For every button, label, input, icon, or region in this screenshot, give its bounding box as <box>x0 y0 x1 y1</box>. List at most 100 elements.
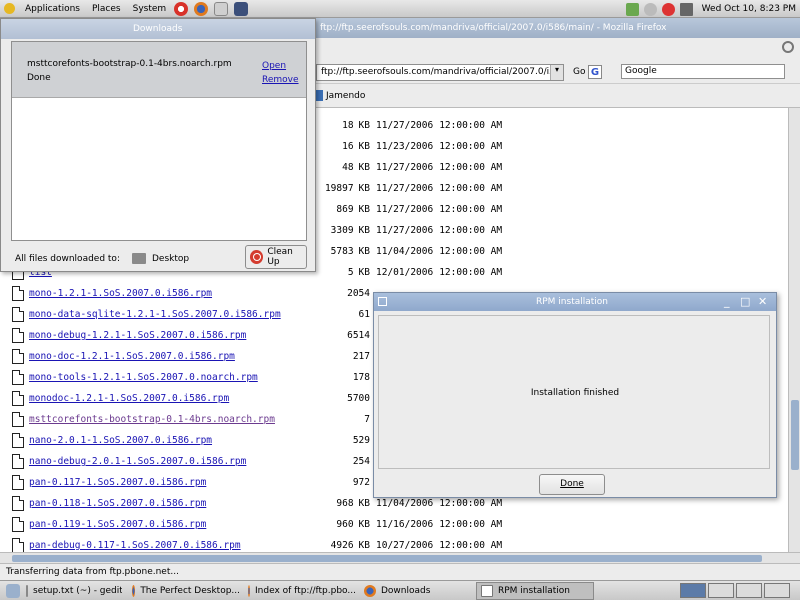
throbber-icon <box>782 41 794 53</box>
vertical-scroll-thumb[interactable] <box>791 400 799 470</box>
mail-launcher-icon[interactable] <box>214 1 229 16</box>
remove-link[interactable]: Remove <box>262 75 299 85</box>
file-link[interactable]: mono-debug-1.2.1-1.SoS.2007.0.i586.rpm <box>29 330 246 341</box>
firefox-launcher-icon[interactable] <box>194 1 209 16</box>
file-date: 11/27/2006 12:00:00 AM <box>376 225 502 236</box>
file-icon[interactable] <box>12 349 24 364</box>
horizontal-scrollbar[interactable] <box>0 552 800 563</box>
window-menu-icon[interactable] <box>378 297 387 306</box>
task-index-ftp[interactable]: Index of ftp://ftp.pbo... <box>244 582 356 600</box>
url-bar[interactable]: ftp://ftp.seerofsouls.com/mandriva/offic… <box>316 64 564 81</box>
file-size-value: 968 <box>336 498 354 509</box>
file-link[interactable]: mono-tools-1.2.1-1.SoS.2007.0.noarch.rpm <box>29 372 258 383</box>
file-link[interactable]: msttcorefonts-bootstrap-0.1-4brs.noarch.… <box>29 414 275 425</box>
close-icon[interactable]: ✕ <box>758 295 767 308</box>
file-size-unit: KB <box>358 498 370 509</box>
vertical-scrollbar[interactable] <box>788 108 800 552</box>
file-size-value: 5783 <box>330 246 354 257</box>
file-size: 217 <box>353 351 370 362</box>
download-item[interactable]: msttcorefonts-bootstrap-0.1-4brs.noarch.… <box>12 42 306 98</box>
menu-applications[interactable]: Applications <box>21 4 84 14</box>
file-date: 11/27/2006 12:00:00 AM <box>376 204 502 215</box>
workspace-2[interactable] <box>708 583 734 598</box>
file-link[interactable]: pan-debug-0.117-1.SoS.2007.0.i586.rpm <box>29 540 241 551</box>
clean-up-button[interactable]: Clean Up <box>245 245 307 269</box>
file-icon[interactable] <box>12 286 24 301</box>
listing-row: pan-debug-0.117-1.SoS.2007.0.i586.rpm 492… <box>0 537 788 552</box>
bookmark-jamendo[interactable]: Jamendo <box>316 90 365 101</box>
file-size: 5700 <box>347 393 370 404</box>
file-size-value: 254 <box>352 456 370 467</box>
help-lifebuoy-icon[interactable] <box>174 1 189 16</box>
downloads-titlebar: Downloads <box>1 19 315 39</box>
minimize-icon[interactable]: _ <box>724 295 730 308</box>
gnome-foot-icon[interactable] <box>4 3 15 14</box>
terminal-launcher-icon[interactable] <box>234 1 249 16</box>
file-icon[interactable] <box>12 496 24 511</box>
workspace-1[interactable] <box>680 583 706 598</box>
file-icon[interactable] <box>12 412 24 427</box>
maximize-icon[interactable]: □ <box>740 295 750 308</box>
file-size-unit: KB <box>358 540 370 551</box>
file-size: 6514 <box>347 330 370 341</box>
file-icon[interactable] <box>12 517 24 532</box>
update-notifier-icon[interactable] <box>625 2 639 16</box>
open-link[interactable]: Open <box>262 61 286 71</box>
file-date: 11/23/2006 12:00:00 AM <box>376 141 502 152</box>
menu-places[interactable]: Places <box>88 4 125 14</box>
clock[interactable]: Wed Oct 10, 8:23 PM <box>702 4 796 14</box>
done-button[interactable]: Done <box>539 474 605 495</box>
url-dropdown-button[interactable]: ▾ <box>550 65 563 80</box>
file-size: 254 <box>353 456 370 467</box>
file-link[interactable]: nano-debug-2.0.1-1.SoS.2007.0.i586.rpm <box>29 456 246 467</box>
file-link[interactable]: pan-0.118-1.SoS.2007.0.i586.rpm <box>29 498 206 509</box>
volume-icon[interactable] <box>679 2 693 16</box>
file-date: 11/16/2006 12:00:00 AM <box>376 519 502 530</box>
menu-system[interactable]: System <box>129 4 171 14</box>
file-link[interactable]: mono-1.2.1-1.SoS.2007.0.i586.rpm <box>29 288 212 299</box>
workspace-3[interactable] <box>736 583 762 598</box>
file-size-value: 178 <box>352 372 370 383</box>
alert-icon[interactable] <box>661 2 675 16</box>
file-link[interactable]: pan-0.117-1.SoS.2007.0.i586.rpm <box>29 477 206 488</box>
file-link[interactable]: nano-2.0.1-1.SoS.2007.0.i586.rpm <box>29 435 212 446</box>
search-input[interactable]: Google <box>621 64 785 79</box>
file-size: 972 <box>353 477 370 488</box>
file-link[interactable]: mono-data-sqlite-1.2.1-1.SoS.2007.0.i586… <box>29 309 281 320</box>
file-icon[interactable] <box>12 370 24 385</box>
clean-up-label: Clean Up <box>267 247 293 267</box>
file-icon[interactable] <box>12 391 24 406</box>
workspace-4[interactable] <box>764 583 790 598</box>
file-size-value: 217 <box>352 351 370 362</box>
file-icon[interactable] <box>12 433 24 448</box>
file-icon[interactable] <box>12 475 24 490</box>
task-gedit[interactable]: setup.txt (~) - gedit <box>22 582 122 600</box>
task-downloads[interactable]: Downloads <box>360 582 472 600</box>
file-size: 5783 KB <box>331 246 370 257</box>
file-time-value: 12:00:00 AM <box>439 162 503 173</box>
file-link[interactable]: pan-0.119-1.SoS.2007.0.i586.rpm <box>29 519 206 530</box>
file-size-unit: KB <box>358 183 370 194</box>
file-icon[interactable] <box>12 538 24 552</box>
file-link[interactable]: monodoc-1.2.1-1.SoS.2007.0.i586.rpm <box>29 393 229 404</box>
file-size: 5 KB <box>348 267 370 278</box>
file-icon[interactable] <box>12 454 24 469</box>
firefox-icon <box>364 585 376 597</box>
file-icon[interactable] <box>12 328 24 343</box>
horizontal-scroll-thumb[interactable] <box>12 555 762 562</box>
file-size-value: 5700 <box>347 393 370 404</box>
task-rpm-installation[interactable]: RPM installation <box>476 582 594 600</box>
file-icon[interactable] <box>12 307 24 322</box>
task-perfect-desktop[interactable]: The Perfect Desktop... <box>128 582 240 600</box>
google-search-engine-icon[interactable]: G <box>588 65 602 79</box>
show-desktop-icon[interactable] <box>6 584 20 598</box>
download-folder[interactable]: Desktop <box>152 254 189 264</box>
network-icon[interactable] <box>643 2 657 16</box>
file-link[interactable]: mono-doc-1.2.1-1.SoS.2007.0.i586.rpm <box>29 351 235 362</box>
file-time-value: 12:00:00 AM <box>439 141 503 152</box>
file-size-value: 869 <box>336 204 354 215</box>
file-time-value: 12:00:00 AM <box>439 519 503 530</box>
file-time-value: 12:00:00 AM <box>439 120 503 131</box>
file-size-value: 7 <box>364 414 370 425</box>
go-button[interactable]: Go <box>573 67 585 77</box>
